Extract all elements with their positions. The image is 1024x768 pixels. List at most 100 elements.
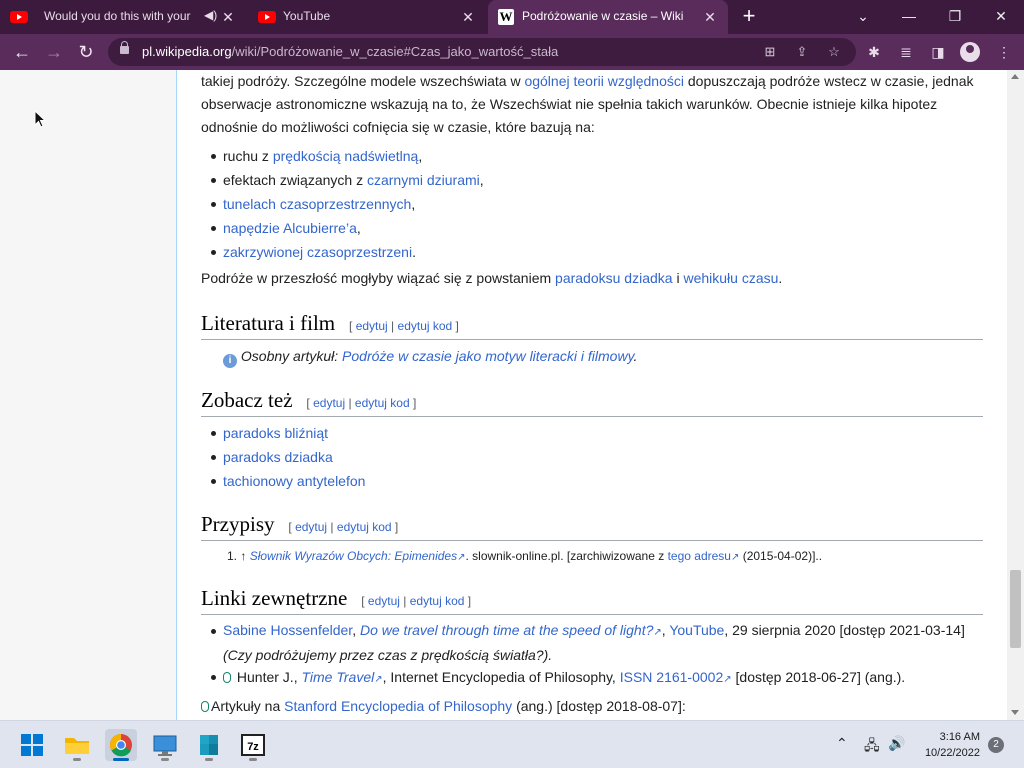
youtube-icon [258, 11, 276, 23]
list-item: ruchu z prędkością nadświetlną, [201, 144, 983, 168]
link-time-machine[interactable]: wehikułu czasu [683, 270, 778, 286]
edit-link[interactable]: edytuj [368, 594, 400, 608]
new-tab-button[interactable]: + [736, 4, 762, 30]
close-tab-icon[interactable]: ✕ [220, 9, 236, 25]
restore-button[interactable]: ❐ [932, 0, 978, 34]
list-link[interactable]: czarnymi dziurami [367, 172, 480, 188]
paradox-paragraph: Podróże w przeszłość mogłyby wiązać się … [201, 270, 783, 286]
list-link[interactable]: napędzie Alcubierre’a [223, 220, 357, 236]
profile-avatar[interactable] [960, 42, 980, 62]
forward-button[interactable]: → [40, 38, 68, 66]
edit-source-link[interactable]: edytuj kod [337, 520, 392, 534]
author-link[interactable]: Sabine Hossenfelder [223, 622, 352, 638]
edit-link[interactable]: edytuj [313, 396, 345, 410]
page-scrollbar[interactable] [1007, 70, 1024, 720]
monitor-icon [153, 735, 177, 756]
section-heading-linki: Linki zewnętrzne [ edytuj | edytuj kod ] [201, 583, 983, 615]
external-links-list: Sabine Hossenfelder, Do we travel throug… [201, 619, 983, 689]
section-heading-zobacz: Zobacz też [ edytuj | edytuj kod ] [201, 385, 983, 417]
wiki-sidebar [0, 70, 176, 720]
windows-logo-icon [21, 734, 43, 756]
content-border [176, 70, 177, 720]
list-link[interactable]: tunelach czasoprzestrzennych [223, 196, 411, 212]
7zip-button[interactable]: 7z [237, 729, 269, 761]
chevron-up-icon[interactable]: ⌃ [836, 735, 848, 752]
tab-search-button[interactable]: ⌄ [840, 0, 886, 34]
extensions-icon[interactable]: ✱ [864, 42, 884, 62]
translate-icon[interactable]: ⊞ [760, 42, 780, 62]
time-travel-link[interactable]: Time Travel [301, 669, 374, 685]
video-link[interactable]: Do we travel through time at the speed o… [360, 622, 653, 638]
start-button[interactable] [16, 729, 48, 761]
scroll-thumb[interactable] [1010, 570, 1021, 648]
list-link[interactable]: tachionowy antytelefon [223, 473, 365, 489]
tab-strip: Would you do this with your ◀) ✕ YouTube… [0, 0, 1024, 34]
tab-title: YouTube [283, 9, 331, 23]
list-link[interactable]: zakrzywionej czasoprzestrzeni [223, 244, 412, 260]
stanford-link[interactable]: Stanford Encyclopedia of Philosophy [284, 698, 512, 714]
edit-source-link[interactable]: edytuj kod [410, 594, 465, 608]
edit-link[interactable]: edytuj [356, 319, 388, 333]
section-heading-literatura: Literatura i film [ edytuj | edytuj kod … [201, 308, 983, 340]
file-explorer-button[interactable] [61, 729, 93, 761]
url-text[interactable]: pl.wikipedia.org/wiki/Podróżowanie_w_cza… [142, 44, 558, 59]
tab-title: Would you do this with your [44, 9, 191, 23]
edit-source-link[interactable]: edytuj kod [355, 396, 410, 410]
edit-source-link[interactable]: edytuj kod [398, 319, 453, 333]
audio-playing-icon[interactable]: ◀) [204, 8, 217, 22]
section-edit-links: [ edytuj | edytuj kod ] [361, 594, 472, 608]
list-item: Sabine Hossenfelder, Do we travel throug… [201, 619, 983, 665]
media-control-icon[interactable]: ≣ [896, 42, 916, 62]
external-link-icon: ↗ [374, 674, 383, 685]
menu-kebab-icon[interactable]: ⋮ [994, 42, 1014, 62]
scroll-down-arrow[interactable] [1011, 710, 1019, 715]
link-general-relativity[interactable]: ogólnej teorii względności [524, 73, 684, 89]
side-panel-icon[interactable]: ◨ [928, 42, 948, 62]
site-link[interactable]: YouTube [669, 622, 724, 638]
bookmark-star-icon[interactable]: ☆ [824, 42, 844, 62]
close-tab-icon[interactable]: ✕ [702, 9, 718, 25]
remote-desktop-button[interactable] [149, 729, 181, 761]
close-window-button[interactable]: ✕ [978, 0, 1024, 34]
wikipedia-icon: W [498, 9, 514, 25]
browser-toolbar: ← → ↻ pl.wikipedia.org/wiki/Podróżowanie… [0, 34, 1024, 70]
reload-button[interactable]: ↻ [72, 38, 100, 66]
share-icon[interactable]: ⇪ [792, 42, 812, 62]
list-item: zakrzywionej czasoprzestrzeni. [201, 240, 983, 264]
back-button[interactable]: ← [8, 38, 36, 66]
list-item: paradoks bliźniąt [201, 421, 983, 445]
lock-icon[interactable] [120, 41, 129, 54]
volume-icon[interactable]: 🔊 [888, 735, 905, 752]
reference-link[interactable]: Słownik Wyrazów Obcych: Epimenides [250, 549, 457, 563]
youtube-icon [10, 11, 28, 23]
tab-youtube[interactable]: YouTube ✕ [248, 0, 486, 34]
stanford-line: Artykuły na Stanford Encyclopedia of Phi… [201, 695, 983, 718]
link-main-article[interactable]: Podróże w czasie jako motyw literacki i … [342, 348, 634, 364]
list-item: tunelach czasoprzestrzennych, [201, 192, 983, 216]
cubes-icon [200, 735, 218, 755]
list-link[interactable]: paradoks dziadka [223, 449, 333, 465]
list-item: napędzie Alcubierre’a, [201, 216, 983, 240]
link-grandfather-paradox[interactable]: paradoksu dziadka [555, 270, 673, 286]
archive-link[interactable]: tego adresu [668, 549, 731, 563]
list-link[interactable]: prędkością nadświetlną [273, 148, 419, 164]
clock[interactable]: 3:16 AM 10/22/2022 [925, 729, 980, 761]
tab-youtube-video[interactable]: Would you do this with your ◀) ✕ [0, 0, 246, 34]
scroll-up-arrow[interactable] [1011, 74, 1019, 79]
section-heading-przypisy: Przypisy [ edytuj | edytuj kod ] [201, 509, 983, 541]
main-article-note: i Osobny artykuł: Podróże w czasie jako … [223, 345, 983, 368]
chrome-taskbar-button[interactable] [105, 729, 137, 761]
close-tab-icon[interactable]: ✕ [460, 9, 476, 25]
issn-link[interactable]: ISSN 2161-0002 [620, 669, 724, 685]
tab-wikipedia[interactable]: W Podróżowanie w czasie – Wikipe ✕ [488, 0, 728, 34]
external-link-icon: ↗ [723, 674, 732, 685]
address-bar[interactable]: pl.wikipedia.org/wiki/Podróżowanie_w_cza… [108, 38, 856, 66]
app-cubes-button[interactable] [193, 729, 225, 761]
list-link[interactable]: paradoks bliźniąt [223, 425, 328, 441]
notification-badge[interactable]: 2 [988, 737, 1004, 753]
open-access-lock-icon [223, 672, 231, 683]
clock-time: 3:16 AM [939, 731, 980, 743]
network-icon[interactable]: 🖧 [864, 735, 880, 759]
minimize-button[interactable]: — [886, 0, 932, 34]
edit-link[interactable]: edytuj [295, 520, 327, 534]
